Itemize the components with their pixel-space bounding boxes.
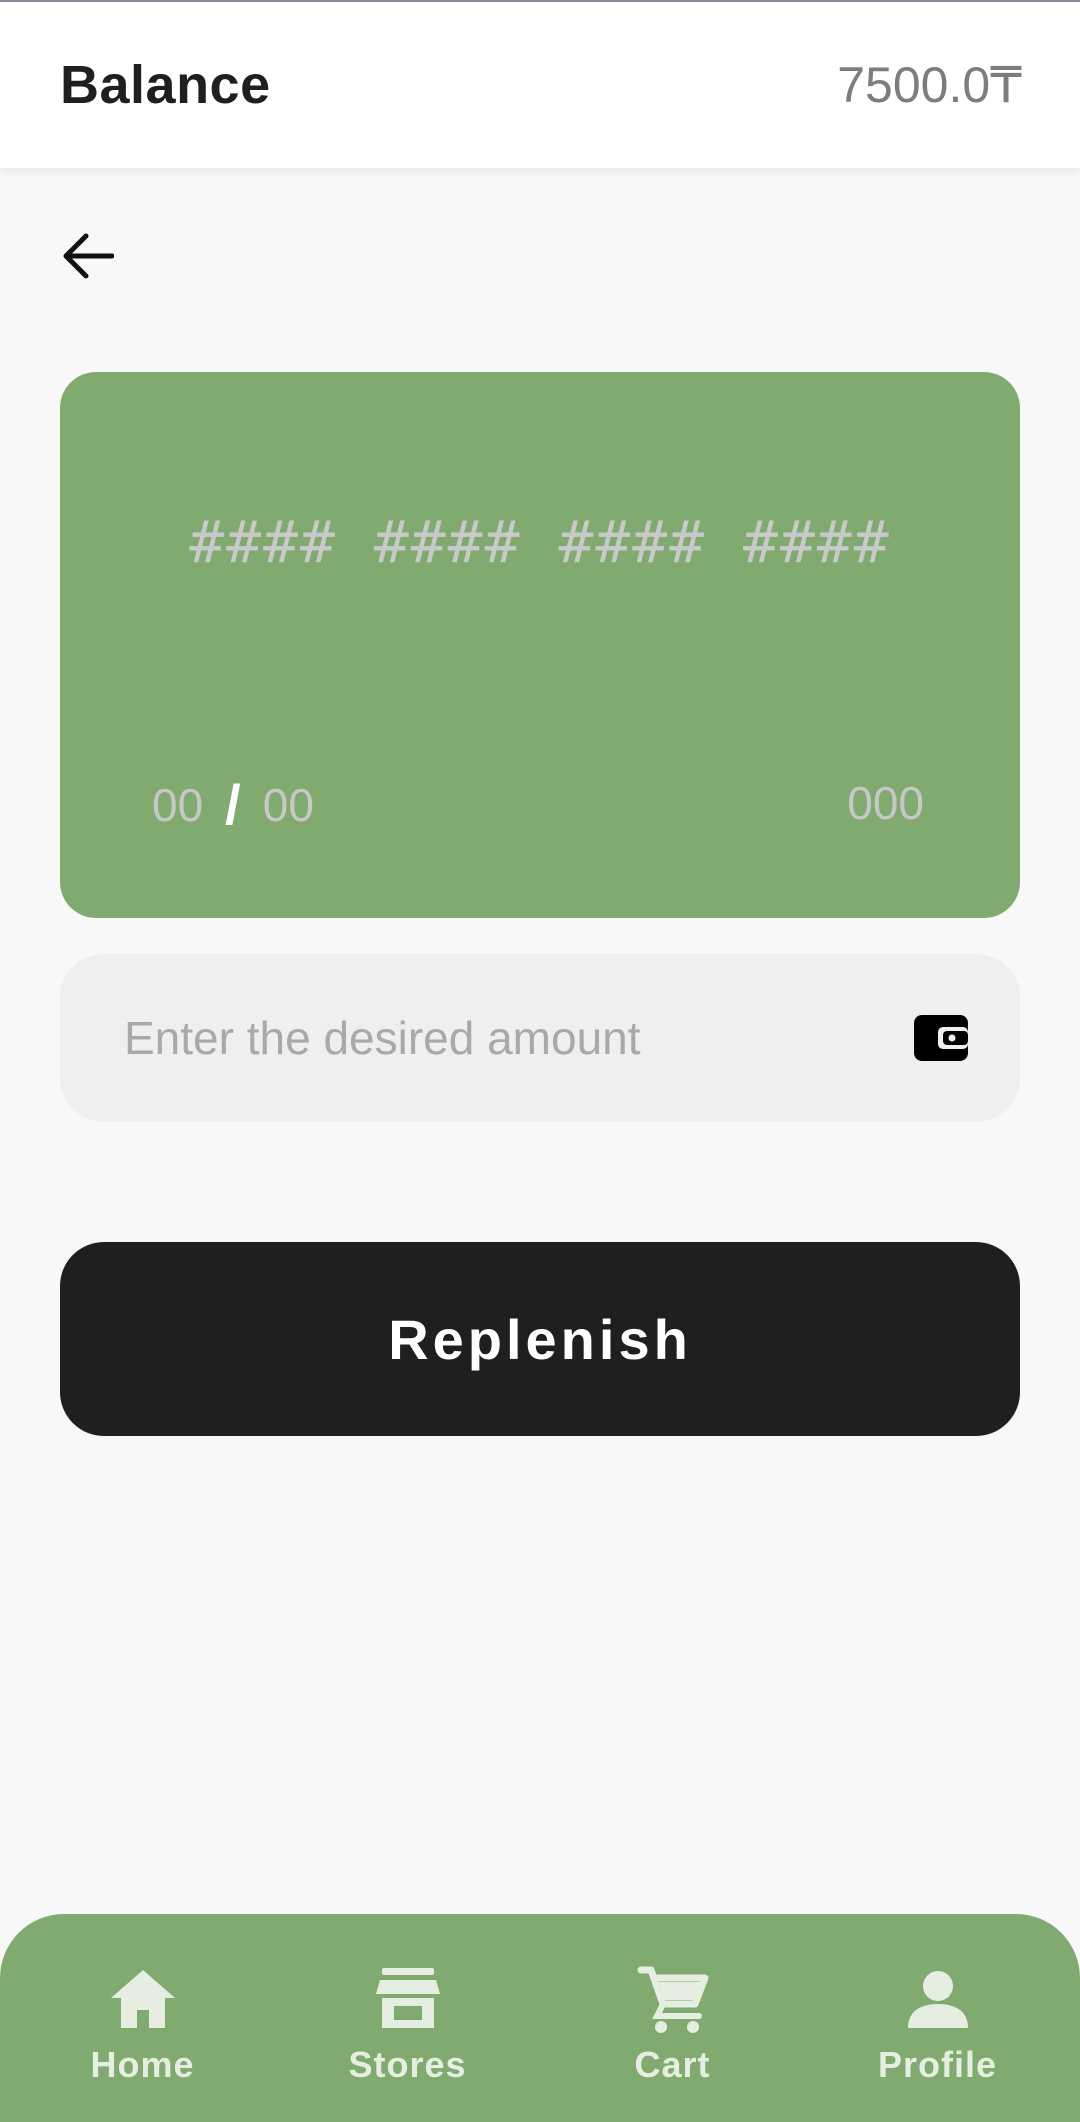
balance-value: 7500.0₸ bbox=[837, 57, 1022, 113]
card-number-field[interactable]: #### #### #### #### bbox=[60, 508, 1020, 576]
nav-item-home[interactable]: Home bbox=[43, 1964, 243, 2086]
store-icon bbox=[375, 1968, 440, 2028]
expiry-month-field[interactable]: 00 bbox=[152, 778, 203, 832]
arrow-left-icon bbox=[63, 233, 114, 279]
replenish-button[interactable]: Replenish bbox=[60, 1242, 1020, 1436]
nav-label-profile: Profile bbox=[877, 2044, 998, 2085]
app-root: Balance 7500.0₸ #### #### #### #### 00 /… bbox=[0, 0, 1080, 2122]
card-expiry: 00 / 00 bbox=[152, 772, 314, 837]
person-icon bbox=[907, 1971, 968, 2028]
home-icon bbox=[110, 1970, 175, 2028]
expiry-year-field[interactable]: 00 bbox=[263, 778, 314, 832]
nav-label-home: Home bbox=[90, 2044, 195, 2085]
nav-label-cart: Cart bbox=[634, 2044, 711, 2085]
app-header: Balance 7500.0₸ bbox=[0, 0, 1080, 168]
nav-item-cart[interactable]: Cart bbox=[573, 1964, 773, 2086]
expiry-separator: / bbox=[225, 773, 241, 836]
nav-item-profile[interactable]: Profile bbox=[838, 1964, 1038, 2086]
wallet-icon bbox=[912, 1009, 970, 1067]
bottom-navigation: Home Stores Cart Profile bbox=[0, 1914, 1080, 2122]
payment-card: #### #### #### #### 00 / 00 000 bbox=[60, 372, 1020, 918]
back-button[interactable] bbox=[56, 226, 120, 286]
card-cvv-field[interactable]: 000 bbox=[847, 776, 924, 830]
nav-label-stores: Stores bbox=[348, 2044, 467, 2085]
amount-input[interactable] bbox=[124, 1011, 912, 1065]
nav-item-stores[interactable]: Stores bbox=[308, 1964, 508, 2086]
page-title: Balance bbox=[60, 55, 271, 115]
cart-icon bbox=[637, 1966, 708, 2033]
amount-field-container bbox=[60, 954, 1020, 1122]
